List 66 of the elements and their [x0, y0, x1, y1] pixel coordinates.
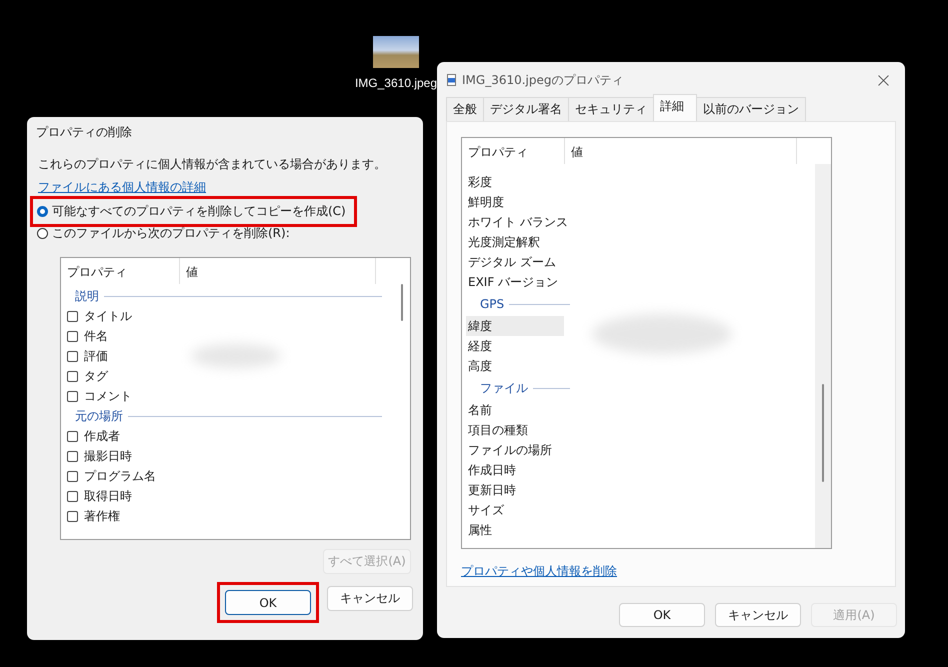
- checkbox-label: 取得日時: [84, 488, 132, 504]
- radio-label: このファイルから次のプロパティを削除(R):: [52, 225, 290, 242]
- checkbox-label: 著作権: [84, 508, 120, 524]
- photo-placeholder: [373, 36, 419, 68]
- property-name[interactable]: デジタル ズーム: [466, 252, 564, 272]
- property-name[interactable]: EXIF バージョン: [466, 272, 564, 292]
- property-name[interactable]: 光度測定解釈: [466, 232, 564, 252]
- property-name[interactable]: 名前: [466, 400, 564, 420]
- group-label: 元の場所: [75, 408, 123, 424]
- group-label: GPS: [480, 297, 504, 311]
- column-header[interactable]: 値: [565, 138, 797, 164]
- checkbox[interactable]: [67, 350, 78, 362]
- property-name[interactable]: 項目の種類: [466, 420, 564, 440]
- radio-button[interactable]: [37, 206, 48, 217]
- file-icon: [447, 74, 456, 86]
- close-icon[interactable]: [878, 74, 889, 86]
- radio-button[interactable]: [37, 228, 48, 239]
- group-label: 説明: [75, 288, 99, 304]
- property-name[interactable]: 作成日時: [466, 460, 564, 480]
- checkbox[interactable]: [67, 310, 78, 322]
- property-name[interactable]: 彩度: [466, 172, 564, 192]
- tab[interactable]: 以前のバージョン: [696, 97, 806, 121]
- checkbox-label: 作成者: [84, 428, 120, 444]
- property-name[interactable]: 鮮明度: [466, 192, 564, 212]
- tab[interactable]: 全般: [446, 97, 484, 121]
- checkbox[interactable]: [67, 390, 78, 402]
- intro-text: これらのプロパティに個人情報が含まれている場合があります。: [38, 156, 386, 173]
- checkbox[interactable]: [67, 470, 78, 482]
- checkbox[interactable]: [67, 450, 78, 462]
- checkbox-label: 件名: [84, 328, 108, 344]
- property-name[interactable]: ファイルの場所: [466, 440, 564, 460]
- column-header[interactable]: プロパティ: [61, 258, 180, 284]
- link[interactable]: ファイルにある個人情報の詳細: [38, 179, 206, 196]
- property-name[interactable]: 経度: [466, 336, 564, 356]
- checkbox[interactable]: [67, 370, 78, 382]
- checkbox-label: タイトル: [84, 308, 132, 324]
- ok-button[interactable]: OK: [225, 590, 311, 615]
- checkbox-label: プログラム名: [84, 468, 156, 484]
- checkbox-label: タグ: [84, 368, 108, 384]
- scrollbar-thumb[interactable]: [401, 284, 403, 321]
- radio-label: 可能なすべてのプロパティを削除してコピーを作成(C): [52, 203, 346, 220]
- checkbox-label: コメント: [84, 388, 132, 404]
- property-name[interactable]: 属性: [466, 520, 564, 540]
- checkbox[interactable]: [67, 330, 78, 342]
- group-label: ファイル: [480, 380, 528, 396]
- cancel-button[interactable]: キャンセル: [715, 603, 801, 627]
- column-header[interactable]: 値: [180, 258, 376, 284]
- checkbox[interactable]: [67, 490, 78, 502]
- ok-button[interactable]: OK: [619, 603, 705, 627]
- property-name[interactable]: 更新日時: [466, 480, 564, 500]
- property-name[interactable]: サイズ: [466, 500, 564, 520]
- property-name[interactable]: 高度: [466, 356, 564, 376]
- window-title: プロパティの削除: [36, 124, 132, 141]
- column-header[interactable]: プロパティ: [462, 138, 565, 164]
- checkbox[interactable]: [67, 430, 78, 442]
- file-name: IMG_3610.jpeg: [354, 76, 438, 90]
- link[interactable]: プロパティや個人情報を削除: [461, 563, 617, 580]
- property-name[interactable]: 緯度: [466, 316, 564, 336]
- checkbox-label: 評価: [84, 348, 108, 364]
- cancel-button[interactable]: キャンセル: [327, 586, 413, 610]
- scrollbar-thumb[interactable]: [822, 384, 824, 482]
- checkbox-label: 撮影日時: [84, 448, 132, 464]
- window-title: IMG_3610.jpegのプロパティ: [462, 72, 624, 88]
- checkbox[interactable]: [67, 510, 78, 522]
- property-name[interactable]: ホワイト バランス: [466, 212, 564, 232]
- tab[interactable]: 詳細: [653, 94, 697, 121]
